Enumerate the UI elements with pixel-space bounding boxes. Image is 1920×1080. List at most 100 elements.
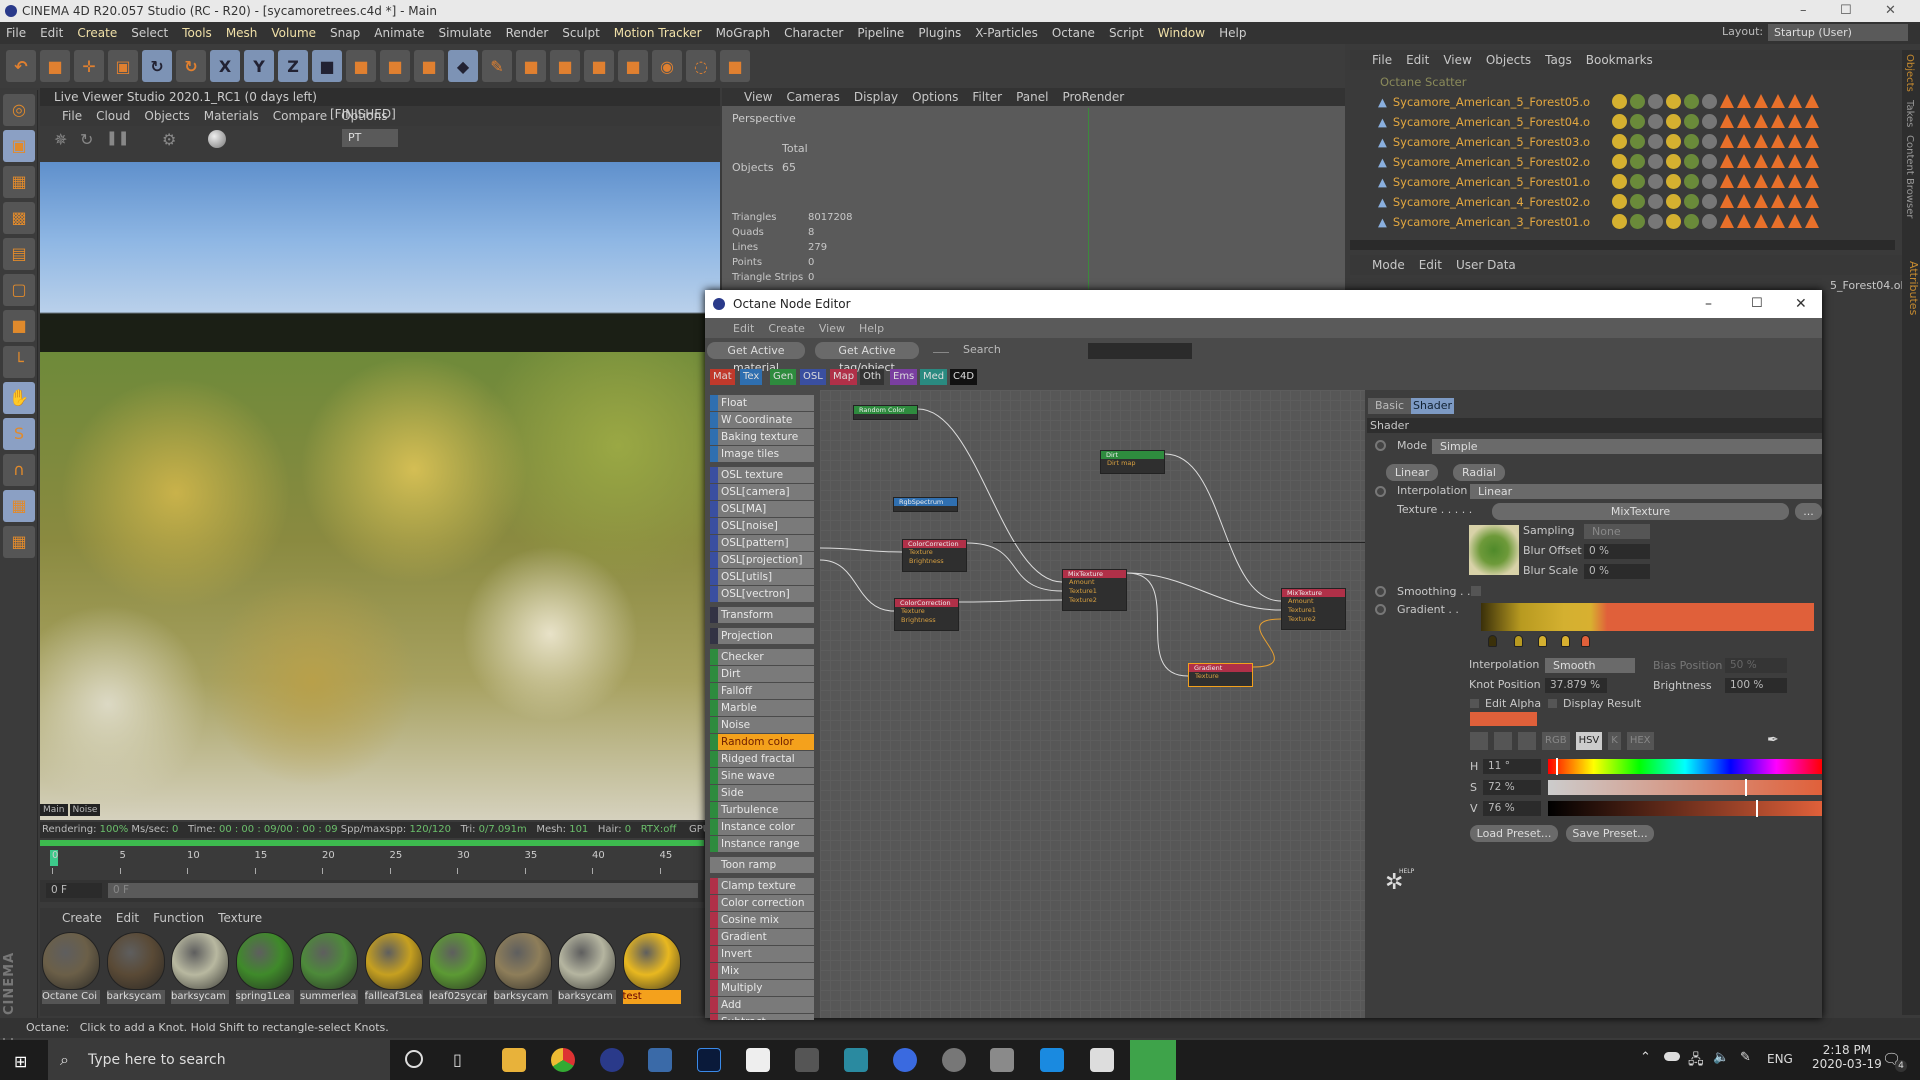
- viewport-menu-prorender[interactable]: ProRender: [1062, 90, 1124, 104]
- active-app-icon[interactable]: [1130, 1040, 1176, 1080]
- material-tag-icon[interactable]: [1702, 214, 1717, 229]
- octane-object-tag-icon[interactable]: [1737, 114, 1751, 128]
- cube-icon[interactable]: ◆: [448, 50, 478, 82]
- edges-mode-icon[interactable]: ▢: [3, 274, 35, 306]
- minimize-button[interactable]: –: [1705, 290, 1712, 318]
- material-tag-icon[interactable]: [1702, 174, 1717, 189]
- material-tag-icon[interactable]: [1612, 174, 1627, 189]
- current-frame-field[interactable]: 0 F: [46, 883, 102, 898]
- octane-object-tag-icon[interactable]: [1737, 154, 1751, 168]
- close-button[interactable]: ✕: [1885, 0, 1896, 22]
- gradient-animate-radio[interactable]: [1375, 604, 1386, 615]
- undo-icon[interactable]: ↶: [6, 50, 36, 82]
- workplane-mode-icon[interactable]: ▩: [3, 202, 35, 234]
- object-row[interactable]: ▲ Sycamore_American_5_Forest05.o: [1378, 92, 1590, 112]
- material-tag-icon[interactable]: [1684, 114, 1699, 129]
- object-row[interactable]: ▲ Sycamore_American_5_Forest03.o: [1378, 132, 1590, 152]
- category-tab-ems[interactable]: Ems: [890, 369, 918, 385]
- kernel-select[interactable]: PT: [342, 129, 398, 147]
- gradient-knot[interactable]: [1560, 635, 1570, 647]
- octane-object-tag-icon[interactable]: [1737, 174, 1751, 188]
- node-palette-item[interactable]: OSL[camera]: [710, 484, 814, 500]
- tweak-mode-icon[interactable]: ✋: [3, 382, 35, 414]
- material-item[interactable]: summerlea: [300, 932, 358, 1004]
- node-palette-item[interactable]: OSL[noise]: [710, 518, 814, 534]
- side-tab-takes[interactable]: Takes: [1902, 96, 1917, 131]
- octane-object-tag-icon[interactable]: [1805, 154, 1819, 168]
- value-slider-handle[interactable]: [1756, 800, 1759, 817]
- z-axis-icon[interactable]: Z: [278, 50, 308, 82]
- node-input-port[interactable]: Amount: [1282, 597, 1345, 606]
- cinema4d-icon[interactable]: [600, 1048, 624, 1072]
- tab-attributes[interactable]: Attributes: [1902, 255, 1920, 1015]
- lv-menu-file[interactable]: File: [62, 109, 82, 123]
- gradient-knot[interactable]: [1514, 635, 1524, 647]
- octane-object-tag-icon[interactable]: [1720, 94, 1734, 108]
- octane-object-tag-icon[interactable]: [1754, 214, 1768, 228]
- octane-object-tag-icon[interactable]: [1720, 114, 1734, 128]
- notepad-icon[interactable]: [746, 1048, 770, 1072]
- material-tag-icon[interactable]: [1684, 134, 1699, 149]
- material-item[interactable]: test: [622, 932, 681, 1004]
- color-mode-k[interactable]: K: [1608, 732, 1621, 750]
- clock[interactable]: 2:18 PM 2020-03-19: [1812, 1043, 1882, 1071]
- material-tag-icon[interactable]: [1630, 154, 1645, 169]
- lv-menu-objects[interactable]: Objects: [144, 109, 189, 123]
- mat-menu-edit[interactable]: Edit: [116, 911, 139, 925]
- node-cc1[interactable]: ColorCorrection Texture Brightness: [902, 539, 967, 572]
- object-row[interactable]: ▲ Sycamore_American_4_Forest02.o: [1378, 192, 1590, 212]
- cloner-icon[interactable]: ■: [550, 50, 580, 82]
- material-tag-icon[interactable]: [1648, 154, 1663, 169]
- node-palette-item[interactable]: Projection: [710, 628, 814, 644]
- interpolation-select[interactable]: Linear: [1470, 484, 1822, 499]
- save-preset-button[interactable]: Save Preset...: [1566, 825, 1654, 842]
- solo-mode-icon[interactable]: S: [3, 418, 35, 450]
- node-palette-item[interactable]: Turbulence: [710, 802, 814, 818]
- octane-object-tag-icon[interactable]: [1771, 134, 1785, 148]
- node-palette-item[interactable]: Dirt: [710, 666, 814, 682]
- tab-basic[interactable]: Basic: [1368, 398, 1411, 414]
- tab-noise[interactable]: Noise: [69, 804, 101, 816]
- category-tab-osl[interactable]: OSL: [800, 369, 826, 385]
- language-indicator[interactable]: ENG: [1767, 1052, 1793, 1066]
- scale-icon[interactable]: ▣: [108, 50, 138, 82]
- octane-object-tag-icon[interactable]: [1737, 134, 1751, 148]
- material-tag-icon[interactable]: [1666, 174, 1681, 189]
- workplane-align-icon[interactable]: ▦: [3, 526, 35, 558]
- attr-menu-user-data[interactable]: User Data: [1456, 258, 1516, 272]
- menu-file[interactable]: File: [6, 26, 26, 40]
- radial-button[interactable]: Radial: [1453, 464, 1505, 481]
- menu-x-particles[interactable]: X-Particles: [975, 26, 1038, 40]
- timeline-ruler[interactable]: 0 5 10 15 20 25 30 35 40 45: [40, 848, 704, 878]
- steam-icon[interactable]: [648, 1048, 672, 1072]
- material-tag-icon[interactable]: [1666, 154, 1681, 169]
- obj-menu-tags[interactable]: Tags: [1545, 53, 1572, 67]
- rotate-icon[interactable]: ↻: [142, 50, 172, 82]
- octane-object-tag-icon[interactable]: [1771, 194, 1785, 208]
- octane-object-tag-icon[interactable]: [1805, 214, 1819, 228]
- menu-character[interactable]: Character: [784, 26, 843, 40]
- object-row[interactable]: ▲ Sycamore_American_5_Forest02.o: [1378, 152, 1590, 172]
- node-mix1[interactable]: MixTexture Amount Texture1 Texture2: [1062, 569, 1127, 611]
- material-tag-icon[interactable]: [1684, 214, 1699, 229]
- color-mode-rgb[interactable]: RGB: [1542, 732, 1570, 750]
- lv-menu-compare[interactable]: Compare: [273, 109, 327, 123]
- material-tag-icon[interactable]: [1684, 94, 1699, 109]
- linear-button[interactable]: Linear: [1386, 464, 1438, 481]
- material-tag-icon[interactable]: [1666, 194, 1681, 209]
- menu-sculpt[interactable]: Sculpt: [562, 26, 599, 40]
- material-tag-icon[interactable]: [1666, 134, 1681, 149]
- hue-slider-handle[interactable]: [1556, 758, 1559, 775]
- node-palette-item[interactable]: OSL[projection]: [710, 552, 814, 568]
- mode-animate-radio[interactable]: [1375, 440, 1386, 451]
- saturation-slider-handle[interactable]: [1745, 779, 1748, 796]
- photos-icon[interactable]: [1090, 1048, 1114, 1072]
- object-row[interactable]: ▲ Sycamore_American_5_Forest01.o: [1378, 172, 1590, 192]
- app-icon[interactable]: [795, 1048, 819, 1072]
- polygons-mode-icon[interactable]: ■: [3, 310, 35, 342]
- gradient-bar[interactable]: [1481, 603, 1814, 631]
- node-palette-item[interactable]: Float: [710, 395, 814, 411]
- material-tag-icon[interactable]: [1666, 94, 1681, 109]
- node-input-port[interactable]: Dirt map: [1101, 459, 1164, 468]
- material-ball-icon[interactable]: [208, 130, 226, 148]
